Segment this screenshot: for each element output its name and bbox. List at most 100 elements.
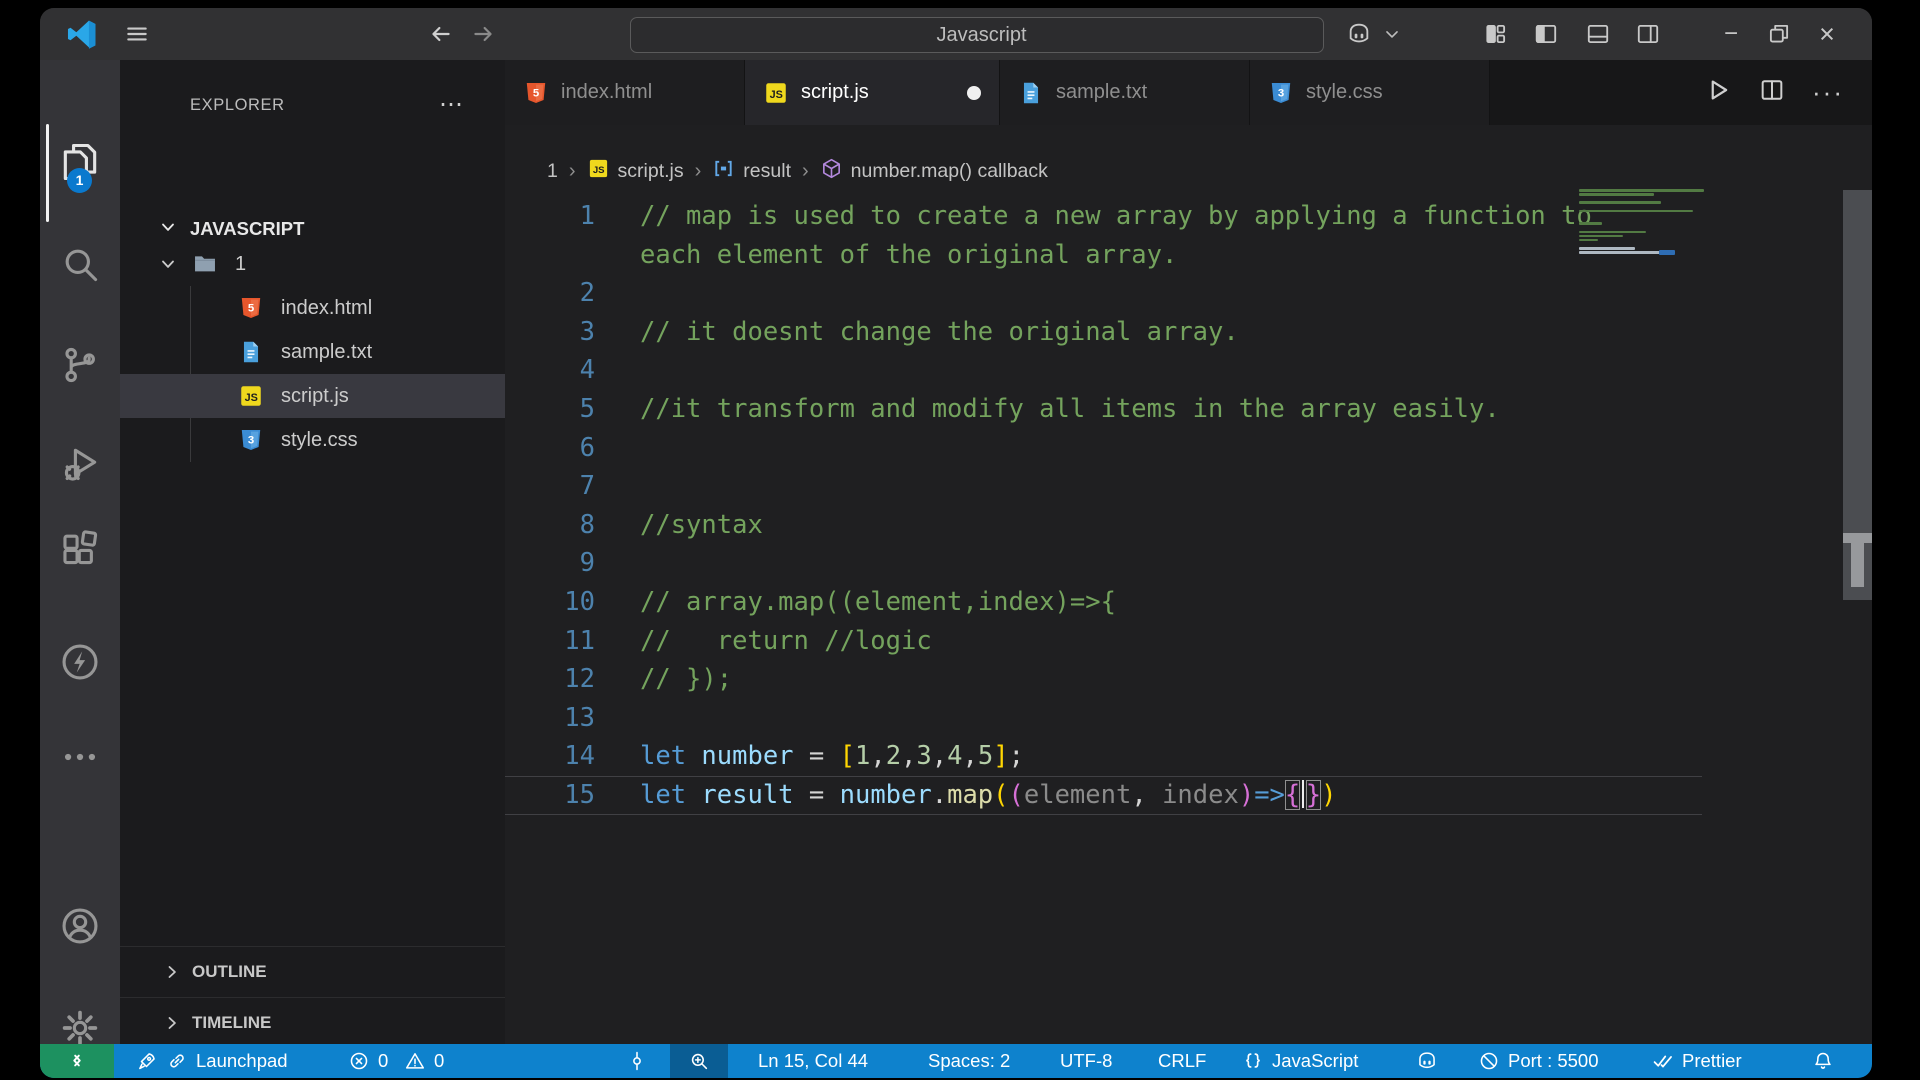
activity-item-accounts[interactable] — [40, 902, 120, 954]
chevron-down-icon[interactable] — [1382, 8, 1402, 60]
css-file-icon: 3 — [238, 427, 264, 453]
code-line[interactable]: 13 — [505, 699, 1702, 738]
activity-item-source-control[interactable] — [40, 341, 120, 393]
svg-text:5: 5 — [533, 87, 539, 99]
command-center-search[interactable]: Javascript — [630, 17, 1324, 53]
breadcrumb-item-2[interactable]: JSscript.js — [587, 157, 684, 186]
code-line-current[interactable]: 15let result = number.map((element, inde… — [505, 776, 1702, 815]
status-prettier[interactable]: Prettier — [1652, 1044, 1742, 1078]
code-line[interactable]: 3// it doesnt change the original array. — [505, 313, 1702, 352]
tree-item-script.js[interactable]: JSscript.js — [120, 374, 505, 418]
minimap-line — [1579, 231, 1646, 234]
status-encoding[interactable]: UTF-8 — [1060, 1044, 1112, 1078]
status-port[interactable]: Port : 5500 — [1478, 1044, 1599, 1078]
split-editor-button[interactable] — [1758, 76, 1786, 109]
modified-indicator[interactable] — [967, 86, 981, 100]
editor-scrollbar[interactable] — [1843, 60, 1872, 1044]
code-line[interactable]: 2 — [505, 274, 1702, 313]
tree-item-sample.txt[interactable]: sample.txt — [120, 330, 505, 374]
code-line[interactable]: 5//it transform and modify all items in … — [505, 390, 1702, 429]
status-notifications[interactable] — [1812, 1044, 1834, 1078]
run-button[interactable] — [1704, 76, 1732, 109]
code-line[interactable]: 7 — [505, 467, 1702, 506]
status-remote[interactable] — [40, 1044, 114, 1078]
sidebar-panel-timeline[interactable]: TIMELINE — [120, 997, 505, 1048]
editor-area: 5index.html JS script.js sample.txt3style.c… — [505, 60, 1872, 1044]
tree-item-style.css[interactable]: 3style.css — [120, 418, 505, 462]
ellipsis-icon — [58, 766, 102, 783]
symbol-method-icon — [820, 157, 843, 186]
svg-text:JS: JS — [592, 165, 604, 176]
code-line[interactable]: 8//syntax — [505, 506, 1702, 545]
status-focus[interactable] — [626, 1044, 648, 1078]
toggle-panel-button[interactable] — [1585, 8, 1617, 60]
minimap-line — [1579, 210, 1693, 213]
sidebar-more-actions-button[interactable]: ⋯ — [439, 90, 465, 119]
breadcrumb-separator: › — [569, 160, 576, 183]
code-editor[interactable]: 1// map is used to create a new array by… — [505, 197, 1702, 815]
account-icon — [58, 904, 102, 953]
customize-layout-button[interactable] — [1483, 8, 1515, 60]
status-cursor-position[interactable]: Ln 15, Col 44 — [758, 1044, 868, 1078]
tree-item-1[interactable]: 1 — [120, 242, 505, 286]
restore-button[interactable] — [1764, 8, 1794, 60]
tab-sample.txt[interactable]: sample.txt — [1000, 60, 1250, 125]
forward-button[interactable] — [470, 8, 504, 60]
git-icon — [58, 374, 102, 391]
tab-label: script.js — [801, 81, 869, 104]
minimap-line — [1579, 235, 1623, 238]
code-line[interactable]: 10// array.map((element,index)=>{ — [505, 583, 1702, 622]
menu-hamburger-icon[interactable] — [124, 8, 156, 60]
tab-script.js[interactable]: JS script.js — [745, 60, 1000, 125]
toggle-primary-sidebar-button[interactable] — [1533, 8, 1565, 60]
chevron-down-icon — [158, 217, 178, 242]
toggle-secondary-sidebar-button[interactable] — [1635, 8, 1669, 60]
activity-item-extensions[interactable] — [40, 525, 120, 577]
copilot-icon — [1416, 1050, 1438, 1072]
status-indentation[interactable]: Spaces: 2 — [928, 1044, 1010, 1078]
activity-item-thunder-client[interactable] — [40, 638, 120, 690]
warning-icon — [404, 1050, 426, 1072]
tree-item-index.html[interactable]: 5index.html — [120, 286, 505, 330]
status-launchpad[interactable]: Launchpad — [136, 1044, 288, 1078]
code-line[interactable]: 4 — [505, 351, 1702, 390]
breadcrumb-item-4[interactable]: number.map() callback — [820, 157, 1048, 186]
activity-item-search[interactable] — [40, 240, 120, 292]
minimap[interactable] — [1579, 189, 1705, 389]
breadcrumb-item-3[interactable]: result — [712, 157, 791, 186]
activity-item-run-debug[interactable] — [40, 440, 120, 492]
badge: 1 — [67, 168, 92, 193]
minimize-button[interactable]: − — [1716, 8, 1746, 60]
file-tree: 15index.htmlsample.txtJSscript.js3style.… — [120, 242, 505, 462]
activity-item-explorer[interactable]: 1 — [40, 138, 120, 190]
activity-item-more[interactable] — [40, 733, 120, 785]
status-warnings[interactable]: 0 — [404, 1044, 444, 1078]
remote-icon — [66, 1050, 88, 1072]
tab-style.css[interactable]: 3style.css — [1250, 60, 1490, 125]
svg-text:JS: JS — [770, 89, 783, 101]
copilot-icon[interactable] — [1346, 8, 1380, 60]
code-line[interactable]: 9 — [505, 544, 1702, 583]
status-eol[interactable]: CRLF — [1158, 1044, 1206, 1078]
more-actions-button[interactable]: ··· — [1812, 77, 1844, 108]
scrollbar-handle-stem[interactable] — [1851, 543, 1864, 587]
minimap-line — [1579, 201, 1661, 204]
code-line[interactable]: 6 — [505, 429, 1702, 468]
back-button[interactable] — [428, 8, 462, 60]
tab-index.html[interactable]: 5index.html — [505, 60, 745, 125]
status-copilot[interactable] — [1416, 1044, 1438, 1078]
status-errors[interactable]: 0 — [348, 1044, 388, 1078]
status-language[interactable]: JavaScript — [1242, 1044, 1358, 1078]
code-line[interactable]: each element of the original array. — [505, 236, 1702, 275]
sidebar-panel-outline[interactable]: OUTLINE — [120, 946, 505, 997]
code-line[interactable]: 11// return //logic — [505, 622, 1702, 661]
minimap-selection — [1659, 250, 1675, 255]
breadcrumb-item-1[interactable]: 1 — [547, 160, 558, 183]
workspace-name: JAVASCRIPT — [190, 218, 304, 240]
code-line[interactable]: 12// }); — [505, 660, 1702, 699]
code-line[interactable]: 14let number = [1,2,3,4,5]; — [505, 737, 1702, 776]
status-zoom[interactable] — [670, 1044, 728, 1078]
close-button[interactable]: × — [1812, 8, 1842, 60]
code-line[interactable]: 1// map is used to create a new array by… — [505, 197, 1702, 236]
scrollbar-handle[interactable] — [1843, 533, 1872, 543]
